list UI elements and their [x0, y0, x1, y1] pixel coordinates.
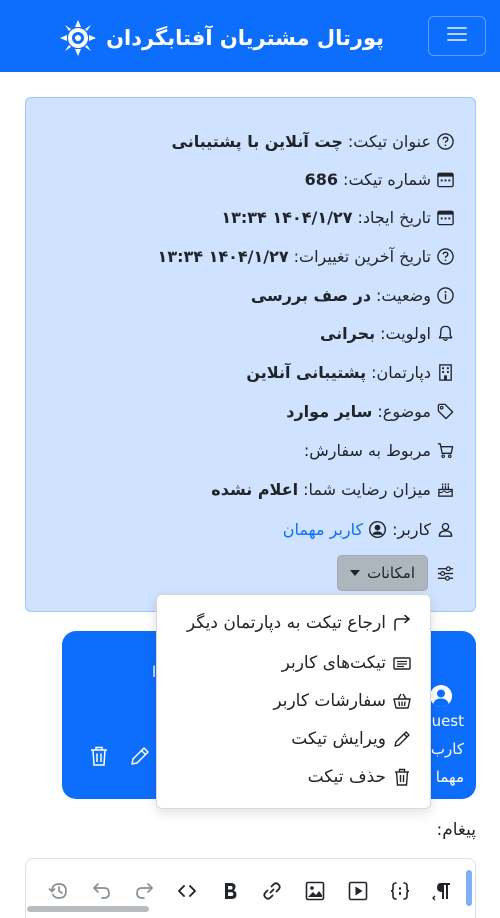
trash-icon — [392, 767, 412, 787]
ticket-satisfaction-label: میزان رضایت شما: — [303, 479, 431, 499]
ticket-number-row: شماره تیکت: 686 — [305, 166, 455, 192]
cake-icon — [436, 480, 455, 499]
options-row: امکانات — [337, 555, 455, 591]
basket-icon — [392, 691, 412, 711]
horizontal-scrollbar[interactable] — [27, 906, 149, 912]
forward-arrow-icon — [392, 613, 412, 633]
menu-item-delete-ticket[interactable]: حذف تیکت — [308, 760, 412, 794]
menu-item-label: حذف تیکت — [307, 767, 386, 787]
ticket-user-row: کاربر: کاربر مهمان — [283, 516, 455, 542]
message-author: uest کارب مهما — [428, 684, 464, 796]
sliders-icon — [436, 564, 455, 583]
menu-item-edit-ticket[interactable]: ویرایش تیکت — [291, 722, 412, 756]
question-circle-icon — [436, 132, 455, 151]
ticket-title-label: عنوان تیکت: — [347, 131, 431, 151]
ticket-info-card: عنوان تیکت: چت آنلاین با پشتیبانی شماره … — [25, 97, 476, 612]
ticket-priority-row: اولویت: بحرانی — [320, 320, 455, 346]
options-dropdown-label: امکانات — [367, 564, 415, 582]
ticket-updated-value: ۱۴۰۴/۱/۲۷ ۱۳:۳۴ — [157, 246, 289, 266]
options-dropdown-menu: ارجاع تیکت به دپارتمان دیگر تیکت‌های کار… — [156, 594, 431, 809]
ticket-status-value: در صف بررسی — [250, 285, 372, 305]
ticket-number-label: شماره تیکت: — [343, 169, 431, 189]
ticket-subject-row: موضوع: سایر موارد — [286, 398, 455, 424]
ticket-order-label: مربوط به سفارش: — [303, 440, 431, 460]
pencil-icon — [392, 729, 412, 749]
ticket-number-value: 686 — [304, 169, 339, 189]
ticket-subject-value: سایر موارد — [286, 401, 373, 421]
bell-icon — [436, 324, 455, 343]
person-circle-icon — [368, 520, 387, 539]
caret-down-icon — [350, 570, 361, 576]
building-icon — [436, 363, 455, 382]
ticket-updated-row: تاریخ آخرین تغییرات: ۱۴۰۴/۱/۲۷ ۱۳:۳۴ — [158, 243, 455, 269]
tag-icon — [436, 402, 455, 421]
history-icon[interactable] — [44, 876, 74, 906]
ticket-title-row: عنوان تیکت: چت آنلاین با پشتیبانی — [172, 128, 455, 154]
ticket-status-label: وضعیت: — [376, 285, 431, 305]
redo-icon[interactable] — [129, 876, 159, 906]
sunflower-logo-icon — [58, 18, 98, 58]
code-icon[interactable] — [172, 876, 202, 906]
menu-item-user-orders[interactable]: سفارشات کاربر — [273, 684, 412, 718]
ticket-satisfaction-row: میزان رضایت شما: اعلام نشده — [211, 476, 455, 502]
ticket-department-row: دپارتمان: پشتیبانی آنلاین — [246, 359, 455, 385]
code-block-icon[interactable] — [385, 876, 415, 906]
menu-item-label: ویرایش تیکت — [291, 729, 386, 749]
calendar-icon — [436, 170, 455, 189]
menu-item-forward-ticket[interactable]: ارجاع تیکت به دپارتمان دیگر — [187, 606, 412, 640]
ticket-updated-label: تاریخ آخرین تغییرات: — [293, 246, 431, 266]
user-link[interactable]: کاربر مهمان — [283, 520, 363, 539]
ticket-title-value: چت آنلاین با پشتیبانی — [171, 131, 343, 151]
menu-item-label: سفارشات کاربر — [273, 691, 386, 711]
message-label: پیغام: — [436, 820, 477, 840]
ticket-subject-label: موضوع: — [377, 401, 431, 421]
person-icon — [436, 520, 455, 539]
author-line-1: uest — [431, 712, 464, 730]
brand[interactable]: پورتال مشتریان آفتابگردان — [58, 18, 384, 58]
ticket-created-row: تاریخ ایجاد: ۱۴۰۴/۱/۲۷ ۱۳:۳۴ — [221, 204, 455, 230]
ticket-department-label: دپارتمان: — [371, 362, 431, 382]
ticket-department-value: پشتیبانی آنلاین — [246, 362, 367, 382]
undo-icon[interactable] — [87, 876, 117, 906]
link-icon[interactable] — [257, 876, 287, 906]
ticket-user-label: کاربر: — [392, 519, 431, 539]
paragraph-icon[interactable] — [428, 876, 458, 906]
calendar-icon — [436, 208, 455, 227]
trash-icon[interactable] — [87, 745, 109, 769]
menu-item-label: تیکت‌های کاربر — [281, 653, 386, 673]
menu-item-label: ارجاع تیکت به دپارتمان دیگر — [186, 613, 386, 633]
editor-side-grip[interactable] — [466, 870, 472, 906]
author-line-2: کارب — [430, 740, 464, 758]
author-line-3: مهما — [435, 768, 464, 786]
ticket-created-value: ۱۴۰۴/۱/۲۷ ۱۳:۳۴ — [221, 207, 353, 227]
ticket-order-row: مربوط به سفارش: — [304, 437, 455, 463]
hamburger-menu-button[interactable] — [428, 16, 486, 56]
top-navbar: پورتال مشتریان آفتابگردان — [0, 0, 500, 72]
options-dropdown-button[interactable]: امکانات — [337, 555, 428, 591]
editor-toolbar — [36, 875, 466, 907]
question-circle-icon — [436, 247, 455, 266]
ticket-priority-label: اولویت: — [380, 323, 431, 343]
ticket-created-label: تاریخ ایجاد: — [357, 207, 431, 227]
info-circle-icon — [436, 286, 455, 305]
pencil-icon[interactable] — [129, 745, 151, 769]
menu-item-user-tickets[interactable]: تیکت‌های کاربر — [282, 646, 412, 680]
hamburger-menu-icon — [446, 25, 468, 47]
bold-icon[interactable] — [215, 876, 245, 906]
brand-title: پورتال مشتریان آفتابگردان — [106, 26, 384, 50]
ticket-priority-value: بحرانی — [319, 323, 376, 343]
ticket-icon — [392, 653, 412, 673]
video-icon[interactable] — [343, 876, 373, 906]
cart-icon — [436, 441, 455, 460]
ticket-status-row: وضعیت: در صف بررسی — [251, 282, 455, 308]
image-icon[interactable] — [300, 876, 330, 906]
ticket-satisfaction-value: اعلام نشده — [211, 479, 299, 499]
